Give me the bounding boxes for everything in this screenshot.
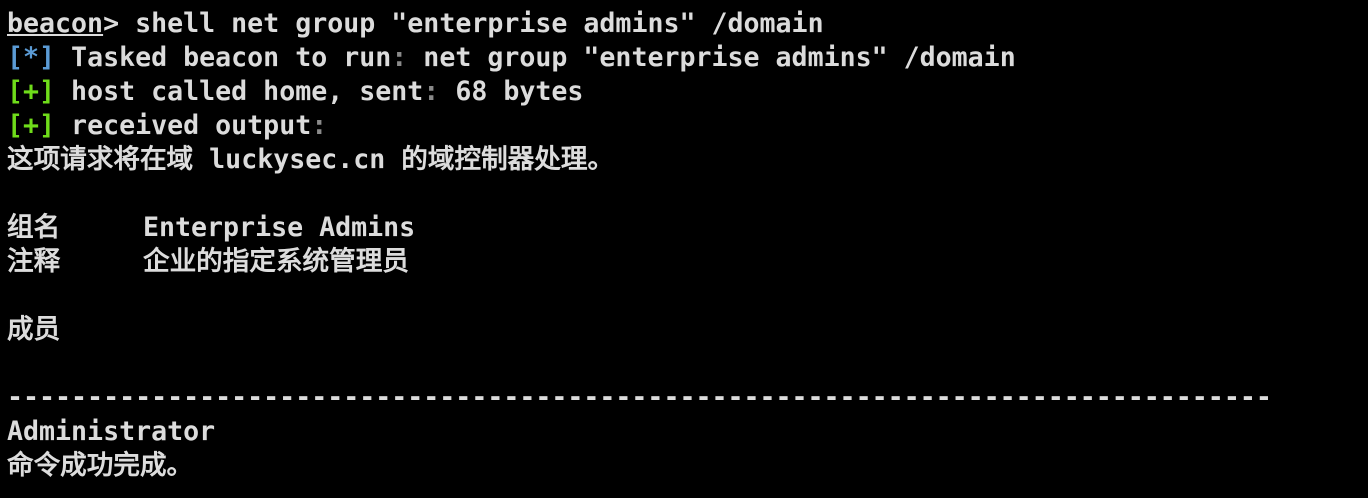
- received-line: [+] received output:: [7, 109, 1272, 143]
- tasked-text: Tasked beacon to run: [55, 42, 392, 73]
- comment-label: 注释: [7, 246, 61, 277]
- info-marker: [*]: [7, 42, 56, 73]
- comment-value: 企业的指定系统管理员: [143, 246, 409, 277]
- group-name-label: 组名: [7, 212, 61, 243]
- command-line[interactable]: beacon> shell net group "enterprise admi…: [7, 7, 1272, 41]
- success-marker: [+]: [7, 76, 56, 107]
- success-marker: [+]: [7, 110, 56, 141]
- colon: :: [423, 76, 440, 107]
- separator: ----------------------------------------…: [7, 382, 1272, 413]
- members-label: 成员: [7, 314, 61, 345]
- terminal-output: beacon> shell net group "enterprise admi…: [7, 7, 1272, 483]
- host-line: [+] host called home, sent: 68 bytes: [7, 75, 1272, 109]
- colon: :: [391, 42, 408, 73]
- result-line: 命令成功完成。: [7, 450, 194, 481]
- prompt-suffix: >: [103, 8, 136, 39]
- group-name-value: Enterprise Admins: [143, 212, 416, 243]
- tasked-command: net group "enterprise admins" /domain: [407, 42, 1016, 73]
- domain-line: 这项请求将在域 luckysec.cn 的域控制器处理。: [7, 144, 615, 175]
- host-bytes: 68 bytes: [439, 76, 584, 107]
- received-text: received output: [55, 110, 312, 141]
- prompt: beacon: [7, 8, 104, 39]
- tasked-line: [*] Tasked beacon to run: net group "ent…: [7, 41, 1272, 75]
- host-text: host called home, sent: [55, 76, 424, 107]
- comment-row: 注释 企业的指定系统管理员: [7, 245, 1272, 279]
- command-text: shell net group "enterprise admins" /dom…: [135, 8, 824, 39]
- member-item: Administrator: [7, 416, 216, 447]
- colon: :: [311, 110, 328, 141]
- group-name-row: 组名 Enterprise Admins: [7, 211, 1272, 245]
